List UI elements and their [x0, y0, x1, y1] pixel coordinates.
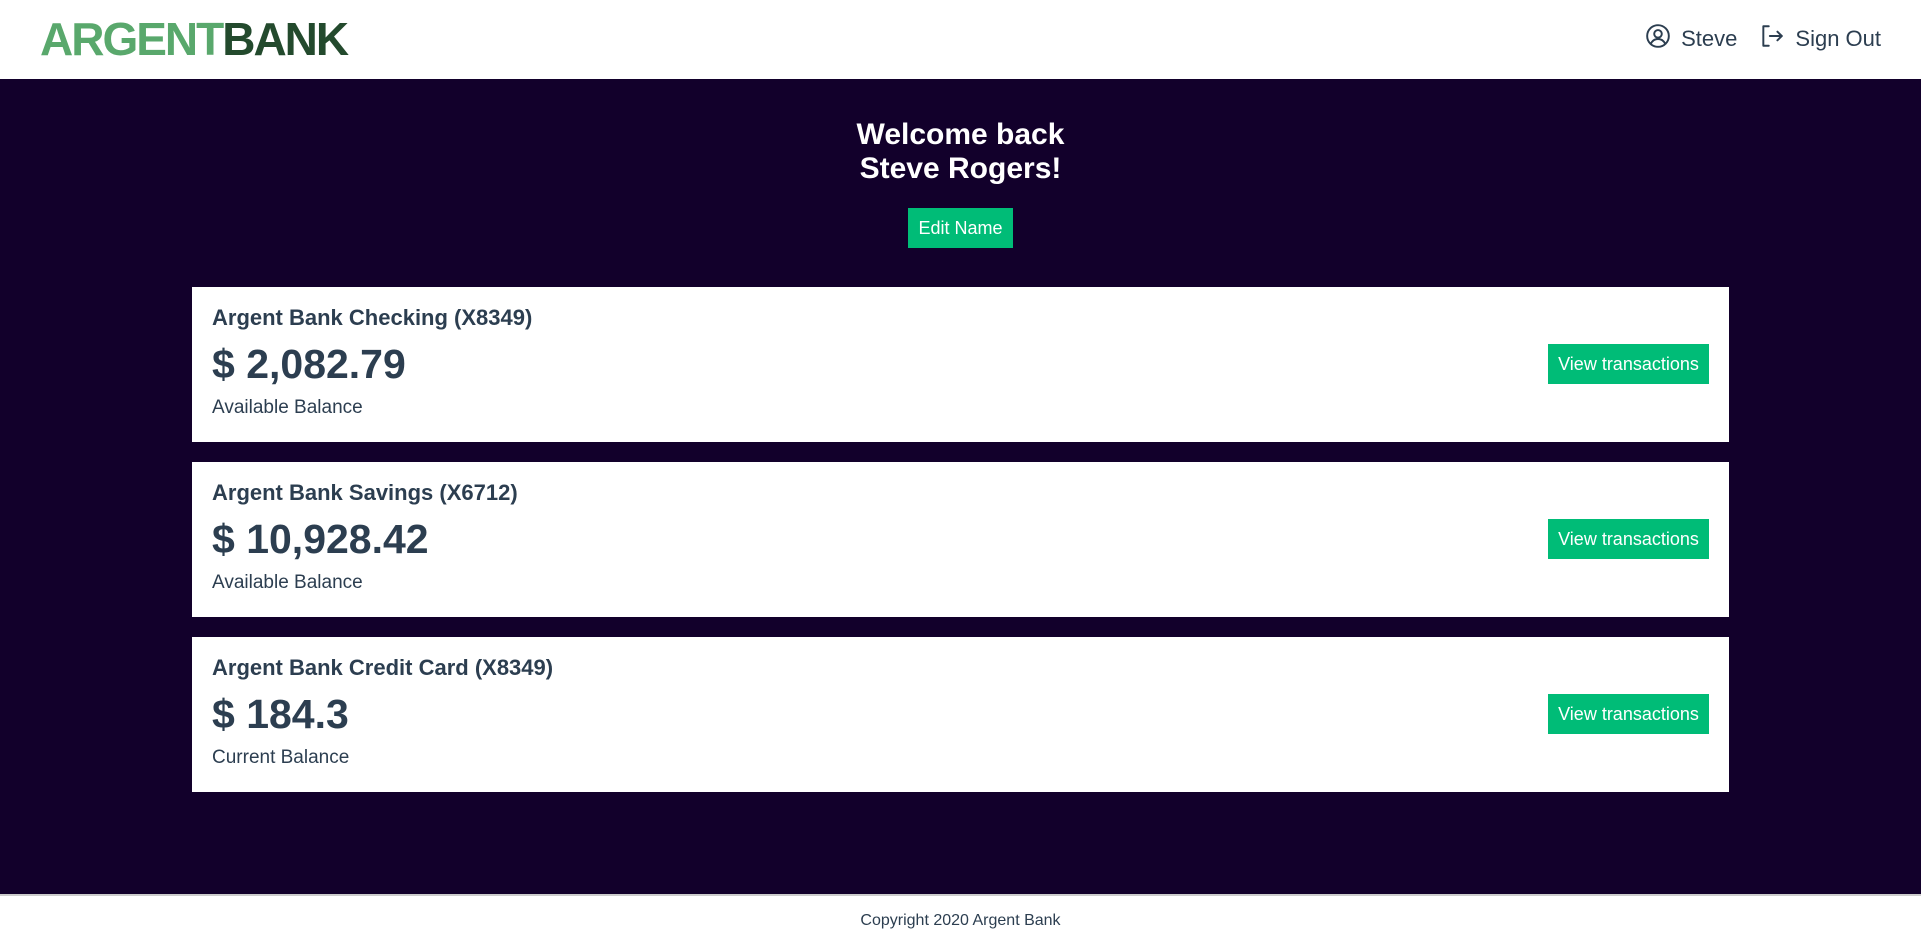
accounts-list: Argent Bank Checking (X8349) $ 2,082.79 …: [192, 287, 1729, 812]
copyright-text: Copyright 2020 Argent Bank: [860, 911, 1061, 929]
view-transactions-button[interactable]: View transactions: [1548, 519, 1709, 559]
account-amount-description: Available Balance: [212, 397, 363, 418]
welcome-user-name: Steve Rogers!: [859, 152, 1062, 185]
account-title: Argent Bank Savings (X6712): [212, 480, 518, 505]
account-card-savings: Argent Bank Savings (X6712) $ 10,928.42 …: [192, 462, 1729, 617]
logo-link[interactable]: ARGENT BANK: [40, 13, 349, 65]
welcome-line1: Welcome back: [856, 118, 1065, 151]
account-amount: $ 184.3: [212, 691, 349, 737]
account-card-credit-card: Argent Bank Credit Card (X8349) $ 184.3 …: [192, 637, 1729, 792]
account-title: Argent Bank Checking (X8349): [212, 305, 533, 330]
main-content: Welcome back Steve Rogers! Edit Name Arg…: [0, 79, 1921, 894]
sign-out-link[interactable]: Sign Out: [1759, 23, 1881, 55]
account-amount: $ 2,082.79: [212, 341, 406, 387]
account-amount-description: Current Balance: [212, 747, 350, 768]
account-title: Argent Bank Credit Card (X8349): [212, 655, 554, 680]
user-profile-link[interactable]: Steve: [1645, 23, 1737, 55]
footer: Copyright 2020 Argent Bank: [0, 894, 1921, 945]
sign-out-icon: [1759, 23, 1785, 55]
user-circle-icon: [1645, 23, 1671, 55]
logo-part-argent: ARGENT: [40, 13, 224, 65]
account-amount-description: Available Balance: [212, 572, 363, 593]
user-name-label: Steve: [1681, 26, 1738, 51]
view-transactions-button[interactable]: View transactions: [1548, 694, 1709, 734]
main-nav: ARGENT BANK Steve Sign Out: [0, 0, 1921, 78]
logo-part-bank: BANK: [222, 13, 349, 65]
account-amount: $ 10,928.42: [212, 516, 429, 562]
account-card-checking: Argent Bank Checking (X8349) $ 2,082.79 …: [192, 287, 1729, 442]
sign-out-label: Sign Out: [1795, 26, 1881, 51]
view-transactions-button[interactable]: View transactions: [1548, 344, 1709, 384]
edit-name-button[interactable]: Edit Name: [908, 208, 1013, 248]
welcome-header: Welcome back Steve Rogers! Edit Name: [0, 79, 1921, 248]
nav-right: Steve Sign Out: [1645, 23, 1881, 55]
welcome-title: Welcome back Steve Rogers!: [0, 118, 1921, 186]
